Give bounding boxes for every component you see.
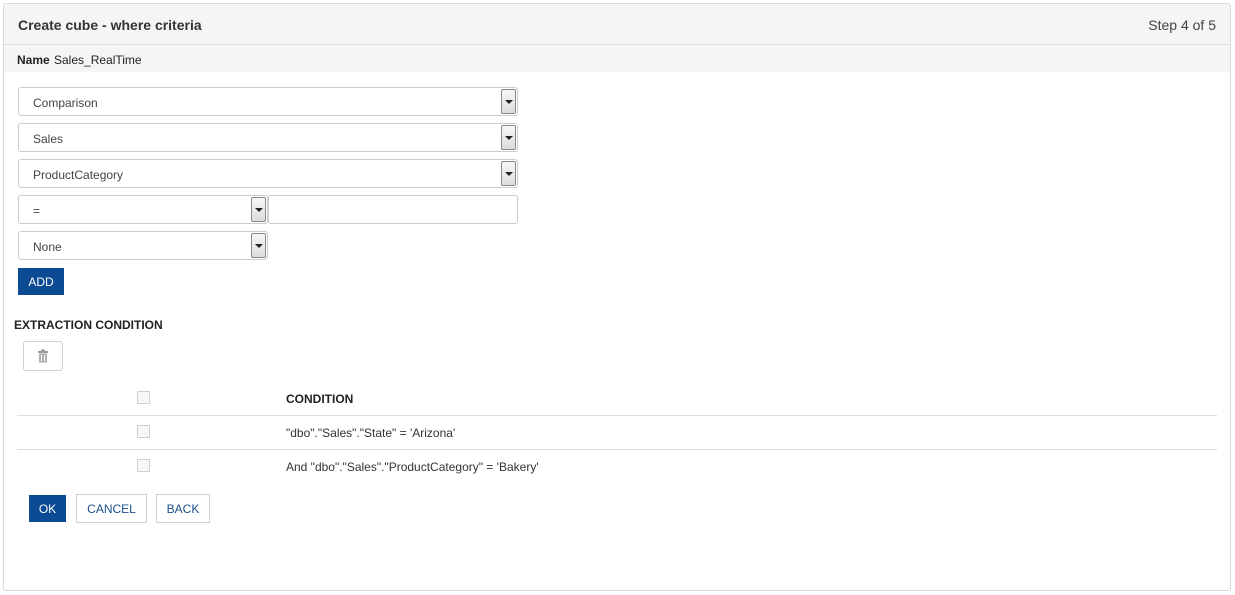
type-select[interactable]: Comparison bbox=[18, 87, 518, 116]
row-divider bbox=[17, 415, 1217, 416]
condition-cell: "dbo"."Sales"."State" = 'Arizona' bbox=[286, 426, 456, 440]
chevron-down-icon[interactable] bbox=[501, 125, 516, 150]
panel-header: Create cube - where criteria Step 4 of 5 bbox=[4, 4, 1230, 45]
delete-button[interactable] bbox=[23, 341, 63, 371]
row-checkbox[interactable] bbox=[137, 459, 150, 472]
value-input[interactable] bbox=[268, 195, 518, 224]
trash-icon bbox=[38, 349, 48, 363]
conjunction-select[interactable]: None bbox=[18, 231, 268, 260]
select-all-checkbox[interactable] bbox=[137, 391, 150, 404]
condition-column-header: CONDITION bbox=[286, 392, 354, 406]
name-label: Name bbox=[17, 53, 50, 67]
type-select-value: Comparison bbox=[33, 96, 98, 110]
column-select[interactable]: ProductCategory bbox=[18, 159, 518, 188]
name-value: Sales_RealTime bbox=[54, 53, 142, 67]
conjunction-select-value: None bbox=[33, 240, 62, 254]
cancel-button[interactable]: CANCEL bbox=[76, 494, 147, 523]
chevron-down-icon[interactable] bbox=[501, 89, 516, 114]
row-checkbox[interactable] bbox=[137, 425, 150, 438]
page-title: Create cube - where criteria bbox=[18, 17, 202, 33]
add-button[interactable]: ADD bbox=[18, 268, 64, 295]
ok-button[interactable]: OK bbox=[29, 495, 66, 522]
row-divider bbox=[17, 449, 1217, 450]
operator-select[interactable]: = bbox=[18, 195, 268, 224]
back-button[interactable]: BACK bbox=[156, 494, 210, 523]
operator-select-value: = bbox=[33, 204, 41, 218]
extraction-condition-title: EXTRACTION CONDITION bbox=[14, 318, 163, 332]
chevron-down-icon[interactable] bbox=[251, 233, 266, 258]
condition-cell: And "dbo"."Sales"."ProductCategory" = 'B… bbox=[286, 460, 539, 474]
chevron-down-icon[interactable] bbox=[501, 161, 516, 186]
chevron-down-icon[interactable] bbox=[251, 197, 266, 222]
column-select-value: ProductCategory bbox=[33, 168, 124, 182]
name-bar: Name Sales_RealTime bbox=[4, 45, 1230, 72]
table-select-value: Sales bbox=[33, 132, 64, 146]
step-indicator: Step 4 of 5 bbox=[1148, 17, 1216, 33]
table-select[interactable]: Sales bbox=[18, 123, 518, 152]
